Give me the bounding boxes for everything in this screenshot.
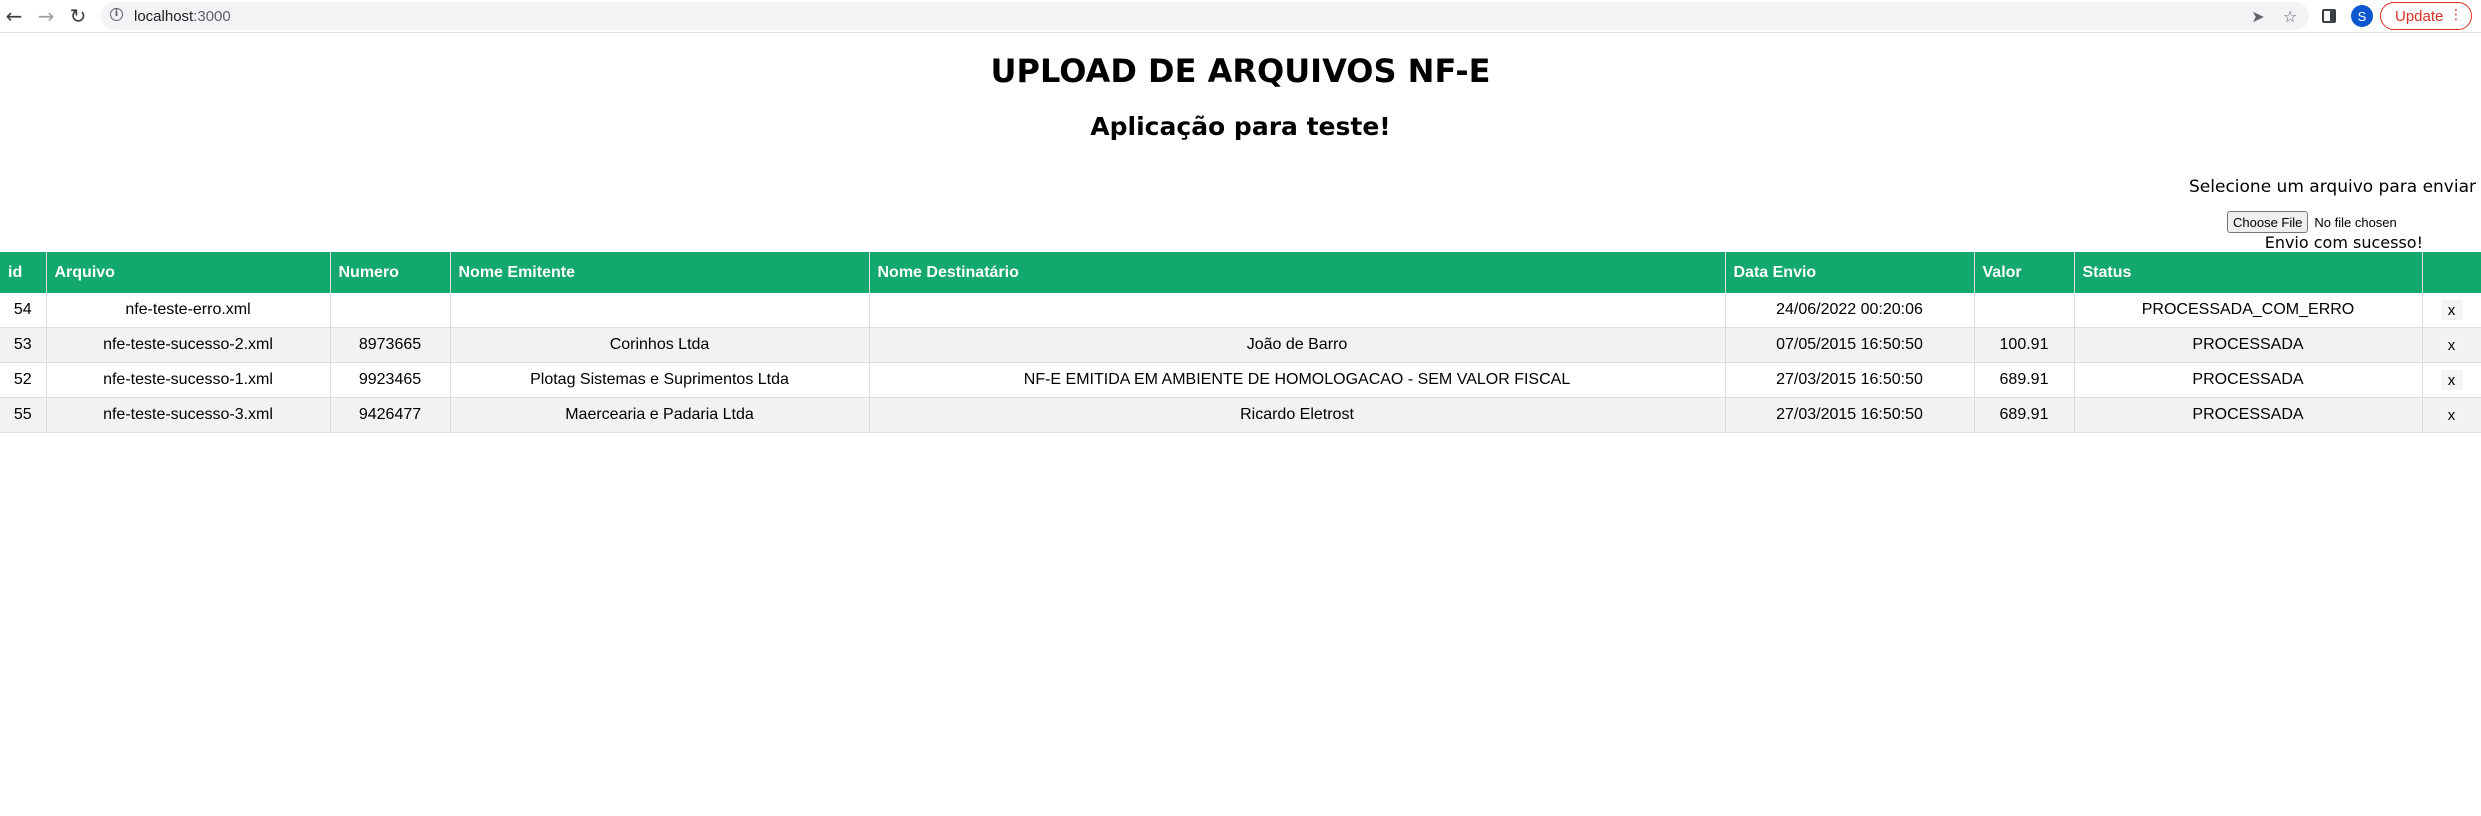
cell-numero xyxy=(330,293,451,328)
update-button[interactable]: Update ⋮ xyxy=(2380,2,2472,30)
file-input[interactable]: Choose File No file chosen xyxy=(2227,211,2397,233)
column-header-data-envio: Data Envio xyxy=(1725,252,1975,293)
delete-button[interactable]: x xyxy=(2440,370,2463,390)
cell-status: PROCESSADA xyxy=(2074,327,2423,363)
cell-arquivo: nfe-teste-sucesso-2.xml xyxy=(46,327,331,363)
cell-data-envio: 07/05/2015 16:50:50 xyxy=(1725,327,1975,363)
profile-avatar[interactable]: S xyxy=(2351,5,2373,27)
back-arrow-icon[interactable]: ← xyxy=(1,3,27,29)
cell-numero: 8973665 xyxy=(330,327,451,363)
cell-numero: 9426477 xyxy=(330,397,451,433)
table-row: 54 nfe-teste-erro.xml 24/06/2022 00:20:0… xyxy=(0,293,2481,328)
browser-toolbar: ← → ↻ i localhost:3000 ➤ ☆ S Update ⋮ xyxy=(0,0,2481,33)
cell-action: x xyxy=(2422,397,2481,433)
table-header-row: id Arquivo Numero Nome Emitente Nome Des… xyxy=(0,252,2481,293)
cell-emitente: Maercearia e Padaria Ltda xyxy=(450,397,870,433)
side-panel-icon xyxy=(2322,9,2336,23)
url-host: localhost xyxy=(134,8,194,25)
side-panel-button[interactable] xyxy=(2317,4,2341,28)
delete-button[interactable]: x xyxy=(2440,335,2463,355)
delete-button[interactable]: x xyxy=(2440,300,2463,320)
table-row: 52 nfe-teste-sucesso-1.xml 9923465 Plota… xyxy=(0,362,2481,398)
table-row: 53 nfe-teste-sucesso-2.xml 8973665 Corin… xyxy=(0,327,2481,363)
cell-emitente: Plotag Sistemas e Suprimentos Ltda xyxy=(450,362,870,398)
column-header-arquivo: Arquivo xyxy=(46,252,331,293)
reload-icon[interactable]: ↻ xyxy=(65,3,91,29)
cell-data-envio: 24/06/2022 00:20:06 xyxy=(1725,293,1975,328)
cell-valor: 100.91 xyxy=(1974,327,2075,363)
cell-arquivo: nfe-teste-erro.xml xyxy=(46,293,331,328)
nfe-table: id Arquivo Numero Nome Emitente Nome Des… xyxy=(0,252,2481,433)
column-header-id: id xyxy=(0,252,47,293)
cell-id: 54 xyxy=(0,293,47,328)
cell-destinatario xyxy=(869,293,1726,328)
cell-valor: 689.91 xyxy=(1974,397,2075,433)
cell-arquivo: nfe-teste-sucesso-1.xml xyxy=(46,362,331,398)
cell-data-envio: 27/03/2015 16:50:50 xyxy=(1725,397,1975,433)
cell-emitente xyxy=(450,293,870,328)
table-row: 55 nfe-teste-sucesso-3.xml 9426477 Maerc… xyxy=(0,397,2481,433)
upload-label: Selecione um arquivo para enviar xyxy=(2189,177,2476,197)
cell-status: PROCESSADA_COM_ERRO xyxy=(2074,293,2423,328)
cell-destinatario: João de Barro xyxy=(869,327,1726,363)
column-header-nome-destinatario: Nome Destinatário xyxy=(869,252,1726,293)
cell-action: x xyxy=(2422,327,2481,363)
cell-status: PROCESSADA xyxy=(2074,362,2423,398)
url-text[interactable]: localhost:3000 xyxy=(134,8,231,25)
update-label: Update xyxy=(2395,7,2444,25)
column-header-nome-emitente: Nome Emitente xyxy=(450,252,870,293)
column-header-actions xyxy=(2422,252,2481,293)
forward-arrow-icon[interactable]: → xyxy=(33,3,59,29)
cell-id: 52 xyxy=(0,362,47,398)
choose-file-button[interactable]: Choose File xyxy=(2227,211,2309,233)
url-port: :3000 xyxy=(193,8,231,25)
cell-emitente: Corinhos Ltda xyxy=(450,327,870,363)
send-icon[interactable]: ➤ xyxy=(2247,5,2269,27)
bookmark-star-icon[interactable]: ☆ xyxy=(2279,5,2301,27)
cell-id: 55 xyxy=(0,397,47,433)
cell-action: x xyxy=(2422,362,2481,398)
column-header-status: Status xyxy=(2074,252,2423,293)
column-header-numero: Numero xyxy=(330,252,451,293)
cell-status: PROCESSADA xyxy=(2074,397,2423,433)
cell-valor: 689.91 xyxy=(1974,362,2075,398)
cell-action: x xyxy=(2422,293,2481,328)
delete-button[interactable]: x xyxy=(2440,405,2463,425)
cell-data-envio: 27/03/2015 16:50:50 xyxy=(1725,362,1975,398)
cell-numero: 9923465 xyxy=(330,362,451,398)
cell-id: 53 xyxy=(0,327,47,363)
cell-arquivo: nfe-teste-sucesso-3.xml xyxy=(46,397,331,433)
page-subtitle: Aplicação para teste! xyxy=(1090,112,1391,141)
cell-destinatario: NF-E EMITIDA EM AMBIENTE DE HOMOLOGACAO … xyxy=(869,362,1726,398)
more-menu-icon: ⋮ xyxy=(2449,7,2463,23)
file-status-text: No file chosen xyxy=(2314,214,2397,230)
upload-success-message: Envio com sucesso! xyxy=(2264,233,2423,252)
cell-valor xyxy=(1974,293,2075,328)
address-bar[interactable]: i localhost:3000 ➤ ☆ xyxy=(101,2,2309,30)
page-title: UPLOAD DE ARQUIVOS NF-E xyxy=(990,52,1491,90)
column-header-valor: Valor xyxy=(1974,252,2075,293)
cell-destinatario: Ricardo Eletrost xyxy=(869,397,1726,433)
site-info-icon[interactable]: i xyxy=(110,8,123,21)
